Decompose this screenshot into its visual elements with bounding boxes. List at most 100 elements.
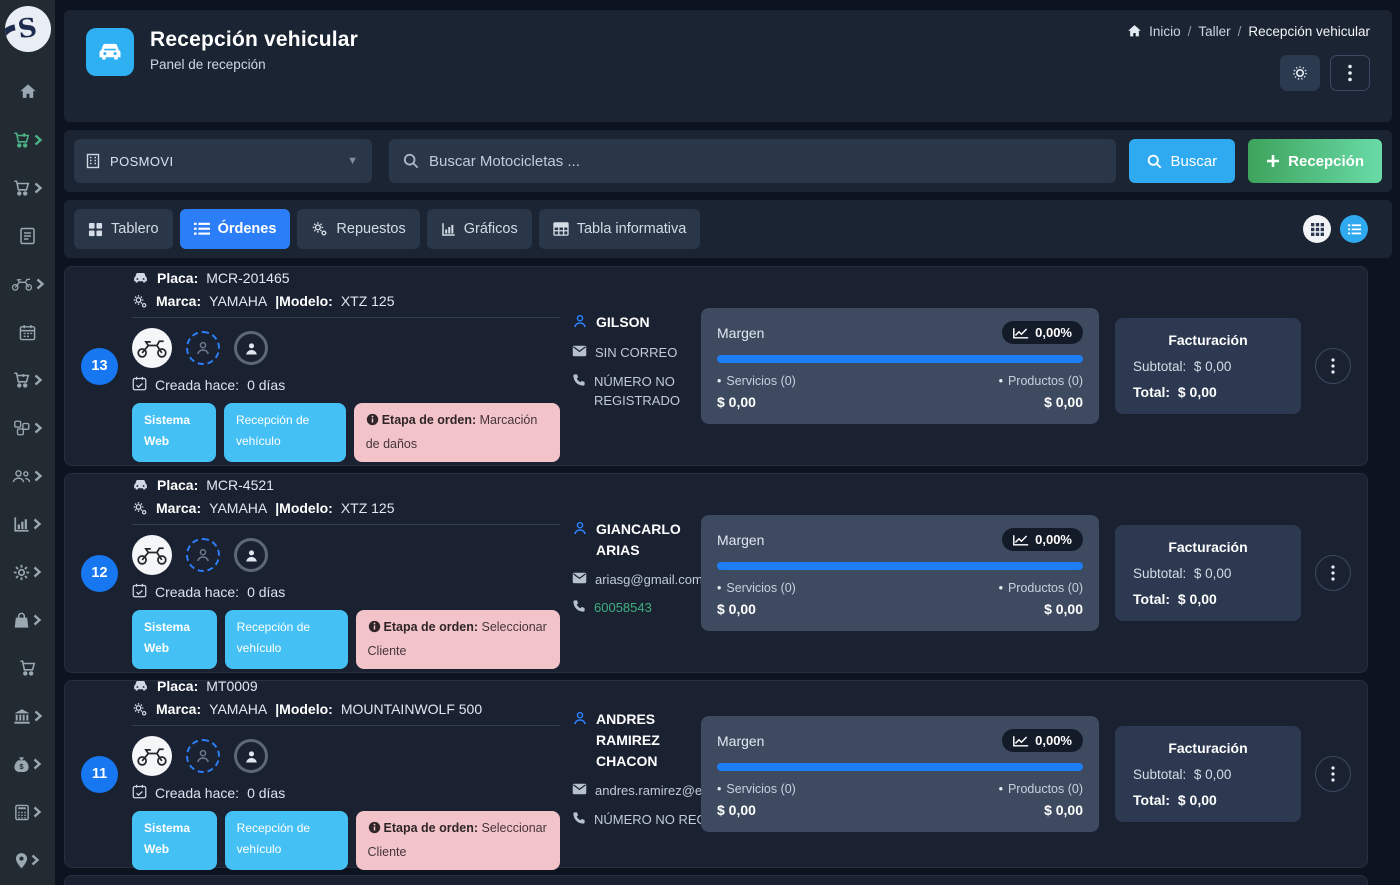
margin-progress-bar <box>717 355 1083 363</box>
marca-value: YAMAHA <box>209 500 267 516</box>
user-avatar[interactable] <box>234 739 268 773</box>
chevron-right-icon <box>32 758 42 770</box>
sidebar-item-home[interactable] <box>0 68 55 116</box>
app-logo-letter: S <box>16 13 39 45</box>
margin-panel: Margen 0,00% •Servicios (0) •Productos (… <box>701 308 1099 424</box>
chevron-right-icon <box>33 470 43 482</box>
order-menu-button[interactable] <box>1315 756 1351 792</box>
add-reception-button[interactable]: Recepción <box>1248 139 1382 183</box>
sidebar-item-workshop[interactable] <box>0 260 55 308</box>
order-number-badge: 12 <box>81 555 118 592</box>
sidebar-item-documents[interactable] <box>0 212 55 260</box>
grid-view-toggle[interactable] <box>1303 215 1331 243</box>
envelope-icon <box>572 571 587 589</box>
vehicle-info: Placa:MT0009 Marca:YAMAHA|Modelo:MOUNTAI… <box>132 678 572 870</box>
chevron-right-icon <box>33 134 43 146</box>
assign-user-avatar[interactable] <box>186 538 220 572</box>
breadcrumb: Inicio / Taller / Recepción vehicular <box>1127 24 1370 39</box>
settings-button[interactable] <box>1280 55 1320 91</box>
search-button[interactable]: Buscar <box>1129 139 1235 183</box>
more-options-button[interactable] <box>1330 55 1370 91</box>
tab-repuestos[interactable]: Repuestos <box>297 209 419 249</box>
order-card: 11 Placa:MT0009 Marca:YAMAHA|Modelo:MOUN… <box>64 680 1368 868</box>
tab-tabla-informativa[interactable]: Tabla informativa <box>539 209 701 249</box>
sidebar-item-calendar[interactable] <box>0 308 55 356</box>
assign-user-avatar[interactable] <box>186 739 220 773</box>
assign-user-avatar[interactable] <box>186 331 220 365</box>
sidebar-item-pos[interactable] <box>0 644 55 692</box>
modelo-value: XTZ 125 <box>341 500 395 516</box>
modelo-value: MOUNTAINWOLF 500 <box>341 701 482 717</box>
calendar-icon <box>132 583 147 601</box>
stage-badge: Recepción de vehículo <box>225 610 348 669</box>
building-icon <box>86 153 100 169</box>
motorcycle-avatar[interactable] <box>132 328 172 368</box>
info-icon <box>368 820 381 841</box>
sidebar-item-reports[interactable] <box>0 500 55 548</box>
user-avatar[interactable] <box>234 331 268 365</box>
page-subtitle: Panel de recepción <box>150 57 358 72</box>
chevron-right-icon <box>33 422 43 434</box>
trend-chart-icon <box>1013 534 1029 546</box>
phone-icon <box>572 599 586 618</box>
chevron-right-icon <box>32 566 42 578</box>
customer-phone: NÚMERO NO REGISTRADO <box>594 372 687 411</box>
sidebar-item-orders[interactable] <box>0 356 55 404</box>
servicios-amount: $ 0,00 <box>717 802 756 818</box>
customer-email: SIN CORREO <box>595 343 677 363</box>
motorcycle-avatar[interactable] <box>132 736 172 776</box>
motorcycle-avatar[interactable] <box>132 535 172 575</box>
order-menu-button[interactable] <box>1315 348 1351 384</box>
tab-ordenes[interactable]: Órdenes <box>180 209 291 249</box>
phone-icon <box>572 811 586 830</box>
customer-name: GIANCARLO ARIAS <box>596 519 687 561</box>
customer-info: GILSON SIN CORREO NÚMERO NO REGISTRADO <box>572 312 701 420</box>
billing-title: Facturación <box>1133 539 1283 555</box>
document-icon <box>19 227 36 245</box>
user-avatar[interactable] <box>234 538 268 572</box>
info-icon <box>368 619 381 640</box>
created-value: 0 días <box>247 584 285 600</box>
source-badge: Sistema Web <box>132 811 217 870</box>
envelope-icon <box>572 782 587 800</box>
app-logo[interactable]: S <box>5 6 51 52</box>
sidebar-item-inventory[interactable] <box>0 404 55 452</box>
grid-icon <box>88 222 103 237</box>
order-stage-badge: Etapa de orden: Marcación de daños <box>354 403 560 462</box>
sidebar-item-settings[interactable] <box>0 548 55 596</box>
customer-info: ANDRES RAMIREZ CHACON andres.ramirez@exa… <box>572 709 701 839</box>
sidebar-item-purchases[interactable] <box>0 164 55 212</box>
search-input[interactable] <box>429 153 1102 170</box>
order-stage-badge: Etapa de orden: Seleccionar Cliente <box>356 610 560 669</box>
chevron-right-icon <box>35 278 45 290</box>
placa-value: MT0009 <box>206 678 257 694</box>
breadcrumb-home[interactable]: Inicio <box>1149 24 1181 39</box>
sidebar-item-products[interactable] <box>0 596 55 644</box>
list-view-toggle[interactable] <box>1340 215 1368 243</box>
vehicle-info: Placa:MCR-201465 Marca:YAMAHA|Modelo:XTZ… <box>132 270 572 462</box>
marca-value: YAMAHA <box>209 701 267 717</box>
sidebar-item-locations[interactable] <box>0 836 55 884</box>
order-menu-button[interactable] <box>1315 555 1351 591</box>
servicios-amount: $ 0,00 <box>717 394 756 410</box>
tab-tablero[interactable]: Tablero <box>74 209 173 249</box>
motorcycle-icon <box>136 544 168 566</box>
search-box[interactable] <box>389 139 1116 183</box>
sidebar-item-sales[interactable] <box>0 116 55 164</box>
breadcrumb-taller[interactable]: Taller <box>1198 24 1230 39</box>
customer-phone[interactable]: 60058543 <box>594 598 652 618</box>
company-selector-value: POSMOVI <box>110 154 173 169</box>
sidebar-item-bank[interactable] <box>0 692 55 740</box>
billing-panel: Facturación Subtotal: $ 0,00 Total: $ 0,… <box>1115 525 1301 621</box>
sidebar-item-accounting[interactable] <box>0 788 55 836</box>
tab-graficos[interactable]: Gráficos <box>427 209 532 249</box>
gears-icon <box>132 702 148 717</box>
motorcycle-icon <box>11 276 33 292</box>
chevron-right-icon <box>30 854 40 866</box>
person-icon <box>572 313 588 334</box>
gear-icon <box>13 564 30 581</box>
sidebar-item-clients[interactable] <box>0 452 55 500</box>
orders-list: 13 Placa:MCR-201465 Marca:YAMAHA|Modelo:… <box>64 266 1368 885</box>
company-selector[interactable]: POSMOVI ▼ <box>74 139 372 183</box>
sidebar-item-cash[interactable]: $ <box>0 740 55 788</box>
